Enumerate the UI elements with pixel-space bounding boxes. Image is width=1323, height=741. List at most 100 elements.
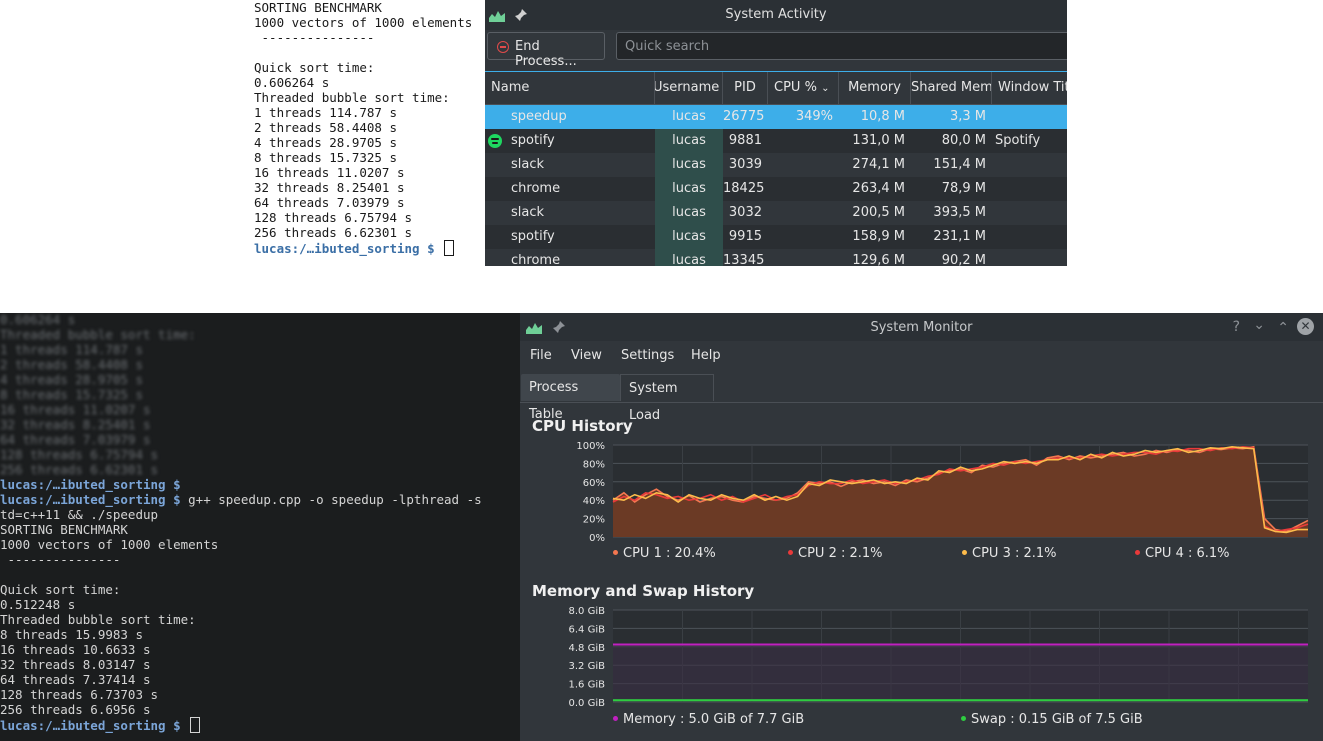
cell-shared: 3,3 M — [949, 109, 986, 124]
terminal-prompt-line: lucas:/…ibuted_sorting $ — [0, 477, 520, 492]
table-row[interactable]: spotify lucas 9915 158,9 M 231,1 M — [485, 225, 1067, 249]
cell-window — [992, 249, 1067, 266]
window-title: System Monitor — [870, 320, 973, 335]
cell-cpu — [768, 129, 839, 153]
menu-view[interactable]: View — [571, 348, 602, 363]
system-activity-window: System Activity End Process... Quick sea… — [485, 0, 1067, 266]
terminal-line: Quick sort time: — [0, 582, 121, 597]
terminal-line: --------------- — [254, 30, 375, 45]
column-header-username[interactable]: Username — [655, 72, 723, 104]
tab-system-load[interactable]: System Load — [620, 374, 714, 423]
terminal-line: 4 threads 28.9705 s — [0, 372, 143, 387]
terminal-line: 1000 vectors of 1000 elements — [0, 537, 219, 552]
cpu-history-title: CPU History — [532, 417, 633, 435]
terminal-line: 128 threads 6.75794 s — [254, 210, 413, 225]
minimize-icon[interactable]: ⌄ — [1253, 317, 1265, 333]
cell-pid: 3039 — [728, 157, 762, 172]
terminal-line: 0.512248 s — [0, 597, 76, 612]
blurred-scrollback: 0.606264 s Threaded bubble sort time: 1 th… — [0, 313, 520, 477]
column-header-window-title[interactable]: Window Title — [992, 72, 1067, 104]
legend-item: Swap : 0.15 GiB of 7.5 GiB — [961, 712, 1143, 727]
bottom-terminal[interactable]: 0.606264 s Threaded bubble sort time: 1 th… — [0, 313, 520, 741]
table-row[interactable]: spotify lucas 9881 131,0 M 80,0 M Spotify — [485, 129, 1067, 153]
terminal-line: 16 threads 10.6633 s — [0, 642, 151, 657]
help-icon[interactable]: ? — [1233, 319, 1240, 335]
end-process-button[interactable]: End Process... — [487, 32, 605, 69]
cell-shared: 78,9 M — [941, 181, 986, 196]
close-icon[interactable]: ✕ — [1297, 318, 1314, 335]
cell-name: chrome — [511, 253, 561, 266]
terminal-line: 64 threads 7.03979 s — [0, 432, 151, 447]
cell-memory: 10,8 M — [860, 109, 905, 124]
terminal-command-line: lucas:/…ibuted_sorting $ g++ speedup.cpp… — [0, 492, 520, 507]
table-header: Name Username PID CPU % ⌄ Memory Shared … — [485, 72, 1067, 105]
legend-item: Memory : 5.0 GiB of 7.7 GiB — [613, 712, 804, 727]
legend-swatch — [961, 716, 966, 721]
terminal-line: 32 threads 8.25401 s — [254, 180, 405, 195]
column-header-shared-mem[interactable]: Shared Mem — [911, 72, 992, 104]
cell-shared: 393,5 M — [933, 205, 986, 220]
cell-memory: 131,0 M — [852, 133, 905, 148]
quick-search-input[interactable]: Quick search — [616, 32, 1067, 60]
terminal-line: 256 threads 6.6956 s — [0, 702, 151, 717]
window-titlebar[interactable]: System Monitor ? ⌄ ⌃ ✕ — [520, 313, 1323, 341]
legend-label: Memory : 5.0 GiB of 7.7 GiB — [623, 712, 805, 727]
toolbar: End Process... Quick search — [485, 32, 1067, 69]
terminal-line: 2 threads 58.4408 s — [254, 120, 397, 135]
window-titlebar[interactable]: System Activity — [485, 0, 1067, 30]
window-title: System Activity — [725, 7, 827, 22]
terminal-line: --------------- — [0, 552, 121, 567]
terminal-line: 8 threads 15.7325 s — [0, 387, 143, 402]
tab-process-table[interactable]: Process Table — [521, 374, 620, 422]
terminal-line: 64 threads 7.37414 s — [0, 672, 151, 687]
terminal-line: 32 threads 8.25401 s — [0, 417, 151, 432]
cell-window — [992, 105, 1067, 129]
terminal-line: 64 threads 7.03979 s — [254, 195, 405, 210]
program-output: SORTING BENCHMARK 1000 vectors of 1000 el… — [0, 522, 520, 717]
legend-swatch — [613, 716, 618, 721]
table-row[interactable]: slack lucas 3039 274,1 M 151,4 M — [485, 153, 1067, 177]
cell-memory: 200,5 M — [852, 205, 905, 220]
column-header-memory[interactable]: Memory — [839, 72, 911, 104]
memory-swap-history-title: Memory and Swap History — [532, 582, 755, 600]
cell-cpu: 349% — [795, 109, 833, 124]
y-tick-label: 60% — [583, 478, 605, 489]
cell-user: lucas — [655, 249, 723, 266]
shell-prompt: lucas:/…ibuted_sorting $ — [0, 477, 181, 492]
cell-pid: 3032 — [728, 205, 762, 220]
terminal-line: Threaded bubble sort time: — [254, 90, 450, 105]
table-body: speedup lucas 26775 349% 10,8 M 3,3 Mspotify l… — [485, 105, 1067, 266]
cell-name: spotify — [511, 229, 555, 244]
table-row[interactable]: slack lucas 3032 200,5 M 393,5 M — [485, 201, 1067, 225]
cell-cpu — [768, 225, 839, 249]
cell-name: spotify — [511, 133, 555, 148]
menu-file[interactable]: File — [530, 348, 552, 363]
cell-memory: 158,9 M — [852, 229, 905, 244]
table-row[interactable]: speedup lucas 26775 349% 10,8 M 3,3 M — [485, 105, 1067, 129]
terminal-prompt-line[interactable]: lucas:/…ibuted_sorting $ — [0, 717, 520, 733]
terminal-line: 128 threads 6.73703 s — [0, 687, 159, 702]
terminal-line: SORTING BENCHMARK — [0, 522, 128, 537]
terminal-prompt-line[interactable]: lucas:/…ibuted_sorting $ — [254, 240, 485, 256]
stop-icon — [497, 41, 509, 53]
table-row[interactable]: chrome lucas 18425 263,4 M 78,9 M — [485, 177, 1067, 201]
top-terminal[interactable]: SORTING BENCHMARK 1000 vectors of 1000 el… — [254, 0, 485, 266]
terminal-line: 0.606264 s — [0, 313, 76, 327]
column-header-cpu[interactable]: CPU % ⌄ — [768, 72, 839, 104]
terminal-line: 8 threads 15.9983 s — [0, 627, 143, 642]
menu-settings[interactable]: Settings — [621, 348, 674, 363]
maximize-icon[interactable]: ⌃ — [1277, 320, 1289, 336]
y-tick-label: 3.2 GiB — [569, 661, 606, 672]
cell-user: lucas — [655, 201, 723, 225]
table-row[interactable]: chrome lucas 13345 129,6 M 90,2 M — [485, 249, 1067, 266]
column-header-name[interactable]: Name — [485, 72, 655, 104]
tab-bar: Process Table System Load — [520, 374, 1323, 423]
process-table[interactable]: Name Username PID CPU % ⌄ Memory Shared … — [485, 71, 1067, 266]
terminal-line: 8 threads 15.7325 s — [254, 150, 397, 165]
cell-shared: 90,2 M — [941, 253, 986, 266]
menu-help[interactable]: Help — [691, 348, 721, 363]
cpu-history-chart: 100% 80% 60% 40% 20% 0% — [576, 441, 1309, 541]
legend-item: CPU 4 : 6.1% — [1135, 546, 1230, 561]
column-header-pid[interactable]: PID — [723, 72, 768, 104]
legend-swatch — [613, 550, 618, 555]
